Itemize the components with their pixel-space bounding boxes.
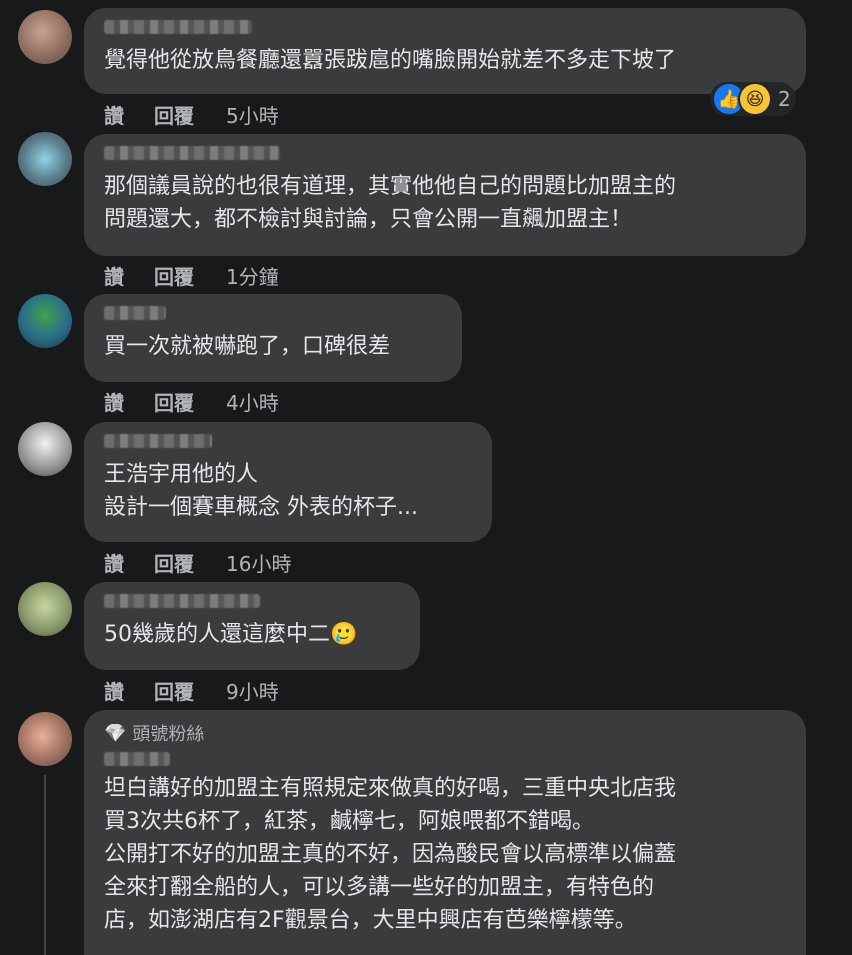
comment-text: 王浩宇用他的人 設計一個賽車概念 外表的杯子... (104, 462, 418, 520)
reply-button[interactable]: 回覆 (154, 548, 226, 577)
author-name[interactable] (104, 752, 170, 766)
author-name[interactable] (104, 434, 212, 448)
comment-bubble: 王浩宇用他的人 設計一個賽車概念 外表的杯子... (84, 422, 492, 542)
comment-text: 買一次就被嚇跑了，口碑很差 (104, 334, 391, 359)
avatar[interactable] (18, 10, 72, 64)
avatar[interactable] (18, 712, 72, 766)
avatar[interactable] (18, 422, 72, 476)
comment-text: 50幾歲的人還這麼中二🥲 (104, 622, 358, 647)
comment-actions: 讚 回覆 1分鐘 (104, 261, 279, 290)
reaction-summary[interactable]: 👍 😆 2 (710, 82, 796, 116)
author-name[interactable] (104, 594, 260, 608)
avatar[interactable] (18, 582, 72, 636)
like-button[interactable]: 讚 (104, 261, 154, 290)
author-name[interactable] (104, 20, 252, 34)
comment-bubble: 50幾歲的人還這麼中二🥲 (84, 582, 420, 670)
like-button[interactable]: 讚 (104, 676, 154, 705)
diamond-icon: 💎 (104, 722, 127, 744)
comment-bubble: 那個議員說的也很有道理，其實他他自己的問題比加盟主的 問題還大，都不檢討與討論，… (84, 134, 806, 256)
like-button[interactable]: 讚 (104, 548, 154, 577)
timestamp[interactable]: 1分鐘 (226, 261, 279, 290)
comment-text: 坦白講好的加盟主有照規定來做真的好喝，三重中央北店我 買3次共6杯了，紅茶，鹹檸… (104, 776, 677, 933)
author-name[interactable] (104, 306, 166, 320)
badge-label: 頭號粉絲 (132, 724, 205, 745)
comment-bubble: 覺得他從放鳥餐廳還囂張跋扈的嘴臉開始就差不多走下坡了 (84, 8, 806, 94)
top-fan-badge: 💎 頭號粉絲 (104, 720, 786, 746)
comment-actions: 讚 回覆 9小時 (104, 676, 279, 705)
timestamp[interactable]: 16小時 (226, 548, 291, 577)
avatar[interactable] (18, 294, 72, 348)
reply-button[interactable]: 回覆 (154, 261, 226, 290)
timestamp[interactable]: 4小時 (226, 387, 279, 416)
haha-reaction-icon: 😆 (738, 82, 772, 116)
reply-button[interactable]: 回覆 (154, 387, 226, 416)
comment-actions: 讚 回覆 5小時 (104, 100, 279, 129)
comment-text: 覺得他從放鳥餐廳還囂張跋扈的嘴臉開始就差不多走下坡了 (104, 48, 677, 73)
like-button[interactable]: 讚 (104, 387, 154, 416)
timestamp[interactable]: 9小時 (226, 676, 279, 705)
comment-actions: 讚 回覆 4小時 (104, 387, 279, 416)
avatar[interactable] (18, 132, 72, 186)
timestamp[interactable]: 5小時 (226, 100, 279, 129)
author-name[interactable] (104, 146, 280, 160)
reply-button[interactable]: 回覆 (154, 100, 226, 129)
reaction-count: 2 (778, 87, 791, 111)
comment-bubble: 💎 頭號粉絲 坦白講好的加盟主有照規定來做真的好喝，三重中央北店我 買3次共6杯… (84, 710, 806, 955)
like-button[interactable]: 讚 (104, 100, 154, 129)
comment-text: 那個議員說的也很有道理，其實他他自己的問題比加盟主的 問題還大，都不檢討與討論，… (104, 174, 677, 232)
comment-bubble: 買一次就被嚇跑了，口碑很差 (84, 294, 462, 382)
reply-thread-line (44, 775, 46, 955)
comment-actions: 讚 回覆 16小時 (104, 548, 291, 577)
reply-button[interactable]: 回覆 (154, 676, 226, 705)
